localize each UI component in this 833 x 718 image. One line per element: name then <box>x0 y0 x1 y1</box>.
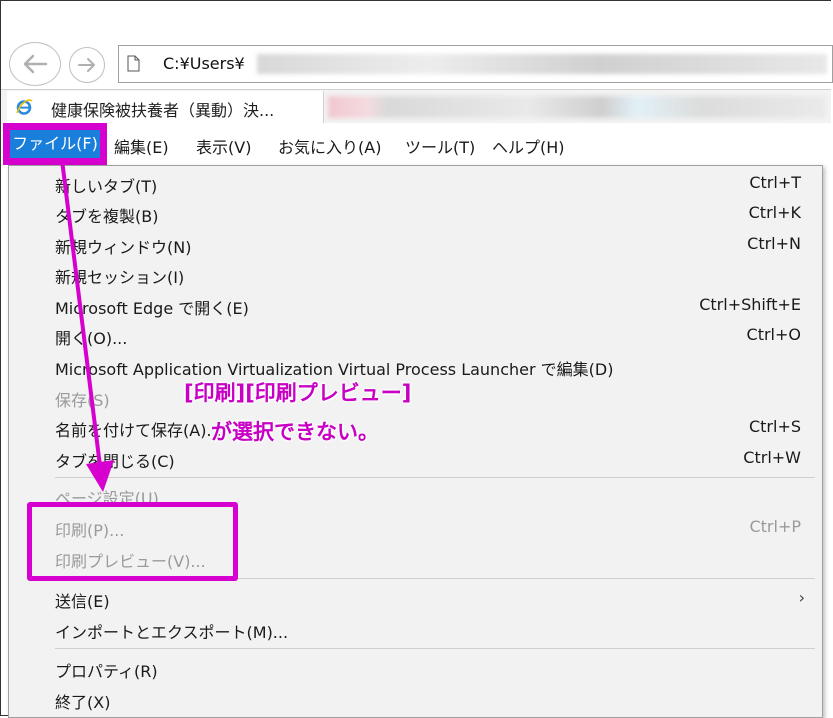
annotation-text-line2: が選択できない。 <box>211 420 379 444</box>
annotation-highlight-box <box>27 502 238 581</box>
annotation-arrow <box>60 158 114 492</box>
annotation-text-line1: [印刷][印刷プレビュー] <box>184 381 412 405</box>
